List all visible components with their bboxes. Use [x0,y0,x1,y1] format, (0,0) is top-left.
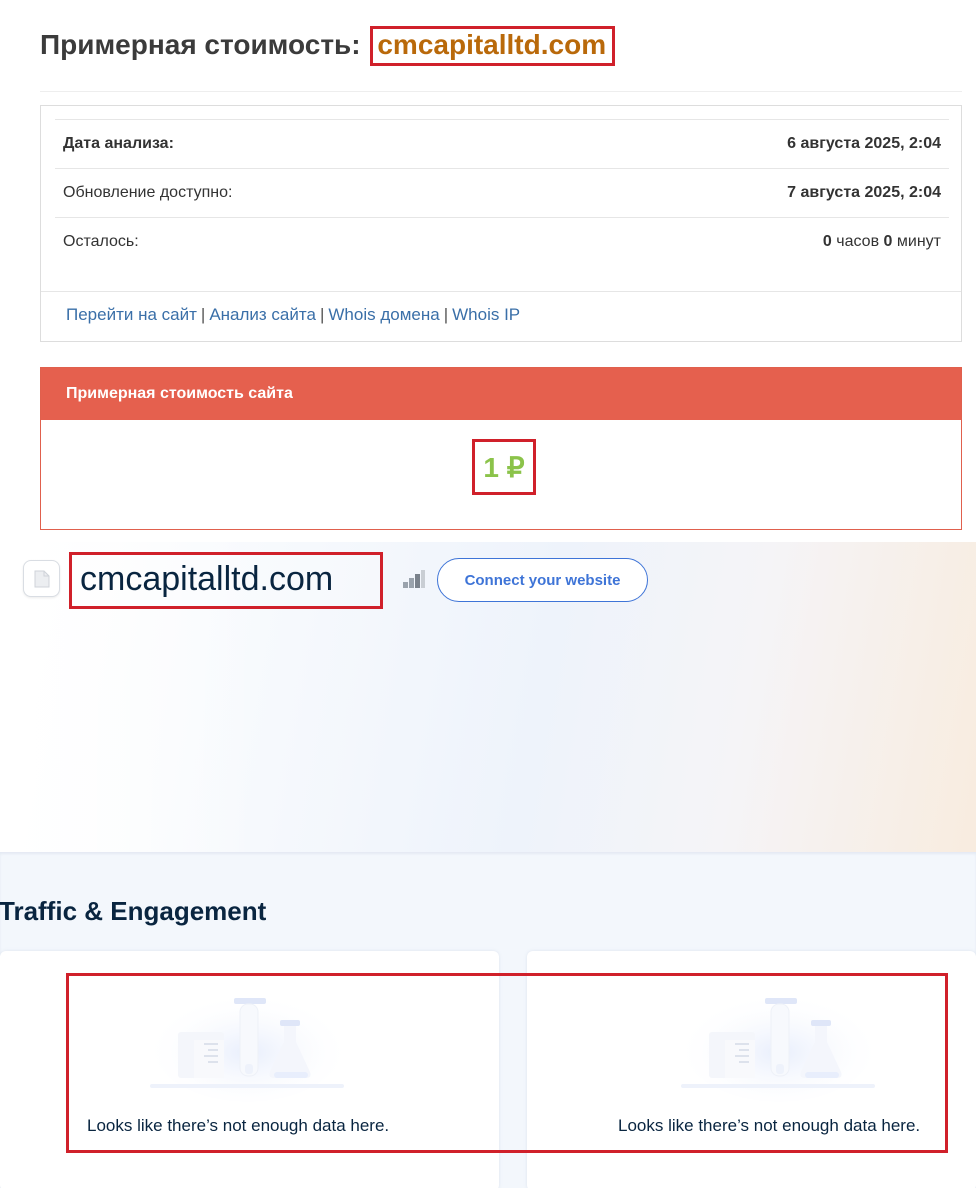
time-remaining-label: Осталось: [63,233,139,250]
link-visit-site[interactable]: Перейти на сайт [66,305,197,324]
analysis-date-row: Дата анализа: 6 августа 2025, 2:04 [55,119,949,168]
page-title: Примерная стоимость: cmcapitalltd.com [40,26,616,66]
remaining-minutes-unit: минут [896,233,941,250]
site-name: cmcapitalltd.com [69,552,383,609]
lab-illustration-icon [150,992,344,1102]
empty-data-message: Looks like there’s not enough data here. [618,1116,921,1135]
traffic-engagement-section: Traffic & Engagement Looks like there’s … [0,852,976,1188]
link-separator: | [319,305,325,324]
rank-bars-icon [403,570,425,588]
analysis-info-card: Дата анализа: 6 августа 2025, 2:04 Обнов… [40,105,962,342]
link-whois-domain[interactable]: Whois домена [328,305,439,324]
highlighted-domain: cmcapitalltd.com [370,26,616,66]
analysis-date-label: Дата анализа: [63,135,174,152]
link-separator: | [443,305,449,324]
divider [40,91,962,92]
link-separator: | [200,305,206,324]
site-value-card: Примерная стоимость сайта 1 ₽ [40,367,962,530]
update-available-row: Обновление доступно: 7 августа 2025, 2:0… [55,168,949,217]
info-links: Перейти на сайт | Анализ сайта | Whois домен… [41,291,961,342]
traffic-section-title: Traffic & Engagement [0,896,267,926]
time-remaining-row: Осталось: 0 часов 0 минут [55,217,949,266]
remaining-minutes: 0 [883,233,893,250]
estimate-section: Примерная стоимость: cmcapitalltd.com Да… [0,0,976,542]
remaining-hours-unit: часов [836,233,880,250]
update-available-value: 7 августа 2025, 2:04 [787,184,941,201]
time-remaining-value: 0 часов 0 минут [823,233,941,251]
page-title-prefix: Примерная стоимость: [40,29,361,60]
lab-illustration-icon [681,992,875,1102]
site-hero: cmcapitalltd.com Connect your website [0,542,976,852]
remaining-hours: 0 [822,233,832,250]
empty-data-message: Looks like there’s not enough data here. [87,1116,390,1135]
page: Примерная стоимость: cmcapitalltd.com Да… [0,0,976,1188]
analysis-date-value: 6 августа 2025, 2:04 [787,135,941,152]
site-value-card-title: Примерная стоимость сайта [41,368,961,420]
connect-website-button[interactable]: Connect your website [437,558,648,602]
site-value: 1 ₽ [472,439,536,495]
link-whois-ip[interactable]: Whois IP [452,305,520,324]
update-available-label: Обновление доступно: [63,184,233,201]
link-site-analysis[interactable]: Анализ сайта [209,305,316,324]
page-icon [23,560,60,597]
